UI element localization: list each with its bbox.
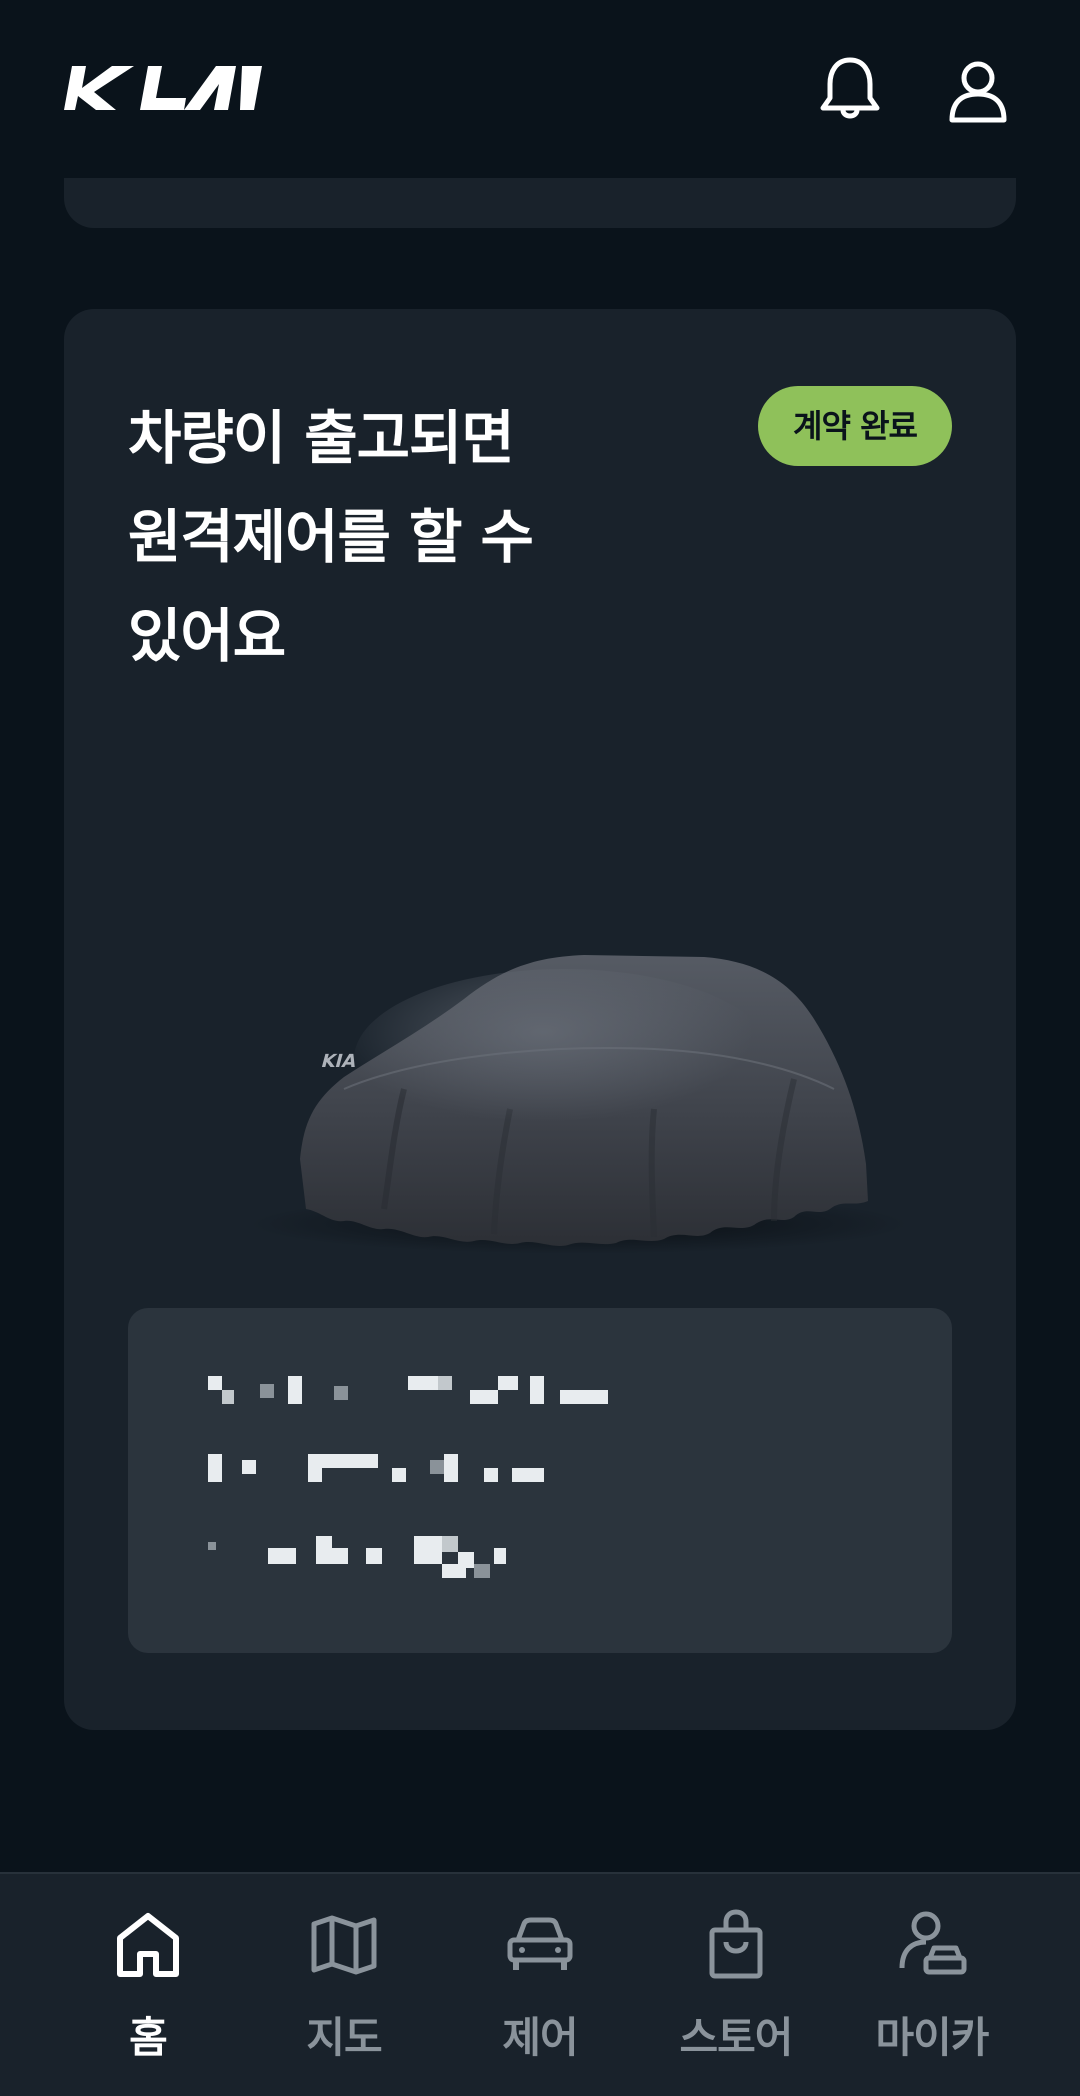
- vehicle-status-card: 차량이 출고되면 원격제어를 할 수 있어요 계약 완료 KIA: [64, 309, 1016, 1730]
- my-car-icon: [899, 1911, 967, 1975]
- bell-icon[interactable]: [814, 54, 886, 126]
- home-icon: [117, 1913, 179, 1977]
- kia-logo: [64, 66, 262, 110]
- covered-car-image: KIA: [249, 955, 909, 1254]
- car-icon: [507, 1917, 573, 1970]
- profile-icon[interactable]: [942, 54, 1014, 126]
- nav-item-store[interactable]: 스토어: [656, 1908, 816, 2078]
- home-screen: 차량이 출고되면 원격제어를 할 수 있어요 계약 완료 KIA 홈 지도 제어…: [0, 0, 1080, 2096]
- vehicle-info-box-redacted: [128, 1308, 952, 1653]
- previous-card-bottom: [64, 178, 1016, 228]
- nav-label-map: 지도: [306, 2013, 382, 2062]
- nav-item-control[interactable]: 제어: [460, 1908, 620, 2078]
- nav-item-home[interactable]: 홈: [68, 1908, 228, 2078]
- app-header: [0, 0, 1080, 180]
- nav-item-mycar[interactable]: 마이카: [852, 1908, 1012, 2078]
- map-icon: [311, 1915, 377, 1975]
- shopping-bag-icon: [709, 1909, 763, 1979]
- status-badge: 계약 완료: [758, 386, 952, 466]
- nav-label-store: 스토어: [679, 2013, 794, 2062]
- svg-text:KIA: KIA: [319, 1051, 360, 1072]
- bottom-navigation: 홈 지도 제어 스토어 마이카: [0, 1872, 1080, 2096]
- nav-item-map[interactable]: 지도: [264, 1908, 424, 2078]
- card-title: 차량이 출고되면 원격제어를 할 수 있어요: [128, 404, 534, 670]
- nav-label-control: 제어: [502, 2013, 578, 2062]
- nav-label-home: 홈: [129, 2013, 168, 2062]
- nav-label-mycar: 마이카: [875, 2013, 990, 2062]
